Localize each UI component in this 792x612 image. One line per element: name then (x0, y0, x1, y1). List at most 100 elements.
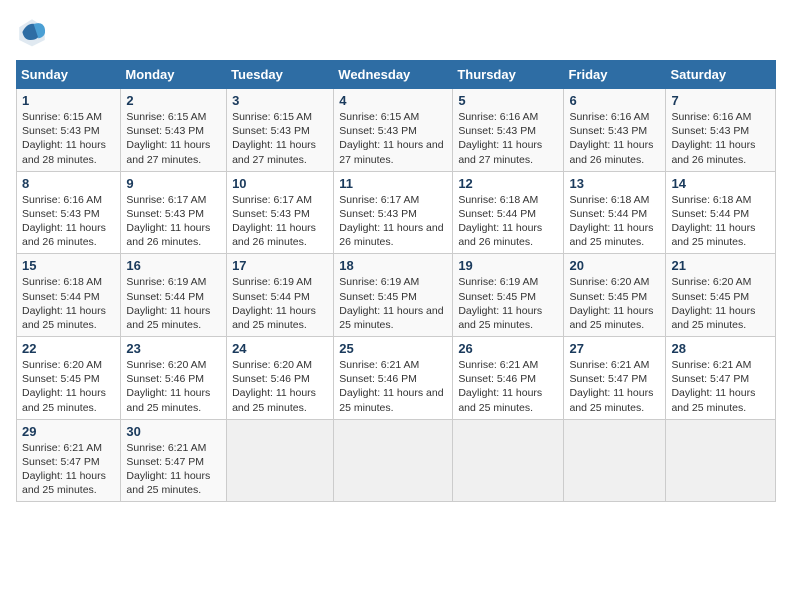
day-info: Sunrise: 6:21 AM Sunset: 5:47 PM Dayligh… (569, 358, 660, 415)
day-info: Sunrise: 6:15 AM Sunset: 5:43 PM Dayligh… (232, 110, 328, 167)
logo (16, 16, 54, 48)
day-number: 8 (22, 176, 115, 191)
day-info: Sunrise: 6:20 AM Sunset: 5:45 PM Dayligh… (569, 275, 660, 332)
day-info: Sunrise: 6:15 AM Sunset: 5:43 PM Dayligh… (339, 110, 447, 167)
day-info: Sunrise: 6:20 AM Sunset: 5:46 PM Dayligh… (232, 358, 328, 415)
calendar-header: SundayMondayTuesdayWednesdayThursdayFrid… (17, 61, 776, 89)
day-number: 17 (232, 258, 328, 273)
day-cell: 29 Sunrise: 6:21 AM Sunset: 5:47 PM Dayli… (17, 419, 121, 502)
header-friday: Friday (564, 61, 666, 89)
day-info: Sunrise: 6:15 AM Sunset: 5:43 PM Dayligh… (22, 110, 115, 167)
day-cell: 17 Sunrise: 6:19 AM Sunset: 5:44 PM Dayli… (227, 254, 334, 337)
day-number: 11 (339, 176, 447, 191)
day-info: Sunrise: 6:21 AM Sunset: 5:47 PM Dayligh… (671, 358, 770, 415)
day-number: 18 (339, 258, 447, 273)
day-number: 29 (22, 424, 115, 439)
page-header (16, 16, 776, 48)
day-number: 15 (22, 258, 115, 273)
day-cell: 6Sunrise: 6:16 AM Sunset: 5:43 PM Daylig… (564, 89, 666, 172)
day-info: Sunrise: 6:15 AM Sunset: 5:43 PM Dayligh… (126, 110, 221, 167)
day-cell: 19 Sunrise: 6:19 AM Sunset: 5:45 PM Dayli… (453, 254, 564, 337)
day-info: Sunrise: 6:21 AM Sunset: 5:46 PM Dayligh… (339, 358, 447, 415)
day-cell: 30 Sunrise: 6:21 AM Sunset: 5:47 PM Dayli… (121, 419, 227, 502)
calendar-table: SundayMondayTuesdayWednesdayThursdayFrid… (16, 60, 776, 502)
day-number: 25 (339, 341, 447, 356)
day-number: 1 (22, 93, 115, 108)
day-info: Sunrise: 6:17 AM Sunset: 5:43 PM Dayligh… (232, 193, 328, 250)
day-cell: 4 Sunrise: 6:15 AM Sunset: 5:43 PM Daylig… (334, 89, 453, 172)
day-cell: 25 Sunrise: 6:21 AM Sunset: 5:46 PM Dayli… (334, 337, 453, 420)
day-cell: 13Sunrise: 6:18 AM Sunset: 5:44 PM Dayli… (564, 171, 666, 254)
day-cell: 21Sunrise: 6:20 AM Sunset: 5:45 PM Dayli… (666, 254, 776, 337)
day-info: Sunrise: 6:20 AM Sunset: 5:46 PM Dayligh… (126, 358, 221, 415)
day-number: 13 (569, 176, 660, 191)
header-sunday: Sunday (17, 61, 121, 89)
day-info: Sunrise: 6:17 AM Sunset: 5:43 PM Dayligh… (339, 193, 447, 250)
day-info: Sunrise: 6:19 AM Sunset: 5:44 PM Dayligh… (126, 275, 221, 332)
day-cell (666, 419, 776, 502)
week-row-2: 8 Sunrise: 6:16 AM Sunset: 5:43 PM Daylig… (17, 171, 776, 254)
day-info: Sunrise: 6:21 AM Sunset: 5:47 PM Dayligh… (126, 441, 221, 498)
header-monday: Monday (121, 61, 227, 89)
day-cell: 28 Sunrise: 6:21 AM Sunset: 5:47 PM Dayli… (666, 337, 776, 420)
day-info: Sunrise: 6:16 AM Sunset: 5:43 PM Dayligh… (671, 110, 770, 167)
day-cell: 2Sunrise: 6:15 AM Sunset: 5:43 PM Daylig… (121, 89, 227, 172)
day-cell: 11 Sunrise: 6:17 AM Sunset: 5:43 PM Dayli… (334, 171, 453, 254)
day-cell: 20 Sunrise: 6:20 AM Sunset: 5:45 PM Dayli… (564, 254, 666, 337)
logo-icon (16, 16, 48, 48)
day-cell: 8 Sunrise: 6:16 AM Sunset: 5:43 PM Daylig… (17, 171, 121, 254)
day-info: Sunrise: 6:21 AM Sunset: 5:47 PM Dayligh… (22, 441, 115, 498)
day-number: 26 (458, 341, 558, 356)
day-info: Sunrise: 6:21 AM Sunset: 5:46 PM Dayligh… (458, 358, 558, 415)
day-info: Sunrise: 6:20 AM Sunset: 5:45 PM Dayligh… (22, 358, 115, 415)
day-cell: 7 Sunrise: 6:16 AM Sunset: 5:43 PM Daylig… (666, 89, 776, 172)
day-number: 7 (671, 93, 770, 108)
day-cell: 5 Sunrise: 6:16 AM Sunset: 5:43 PM Daylig… (453, 89, 564, 172)
day-number: 4 (339, 93, 447, 108)
day-number: 6 (569, 93, 660, 108)
day-cell (334, 419, 453, 502)
day-cell: 3Sunrise: 6:15 AM Sunset: 5:43 PM Daylig… (227, 89, 334, 172)
day-info: Sunrise: 6:18 AM Sunset: 5:44 PM Dayligh… (458, 193, 558, 250)
week-row-1: 1 Sunrise: 6:15 AM Sunset: 5:43 PM Daylig… (17, 89, 776, 172)
day-cell: 10 Sunrise: 6:17 AM Sunset: 5:43 PM Dayli… (227, 171, 334, 254)
week-row-3: 15 Sunrise: 6:18 AM Sunset: 5:44 PM Dayli… (17, 254, 776, 337)
day-number: 30 (126, 424, 221, 439)
header-wednesday: Wednesday (334, 61, 453, 89)
day-cell: 15 Sunrise: 6:18 AM Sunset: 5:44 PM Dayli… (17, 254, 121, 337)
day-number: 24 (232, 341, 328, 356)
day-number: 19 (458, 258, 558, 273)
week-row-5: 29 Sunrise: 6:21 AM Sunset: 5:47 PM Dayli… (17, 419, 776, 502)
day-cell: 24 Sunrise: 6:20 AM Sunset: 5:46 PM Dayli… (227, 337, 334, 420)
day-number: 20 (569, 258, 660, 273)
day-cell (564, 419, 666, 502)
day-cell: 22 Sunrise: 6:20 AM Sunset: 5:45 PM Dayli… (17, 337, 121, 420)
day-number: 22 (22, 341, 115, 356)
day-number: 9 (126, 176, 221, 191)
day-info: Sunrise: 6:19 AM Sunset: 5:44 PM Dayligh… (232, 275, 328, 332)
day-info: Sunrise: 6:19 AM Sunset: 5:45 PM Dayligh… (339, 275, 447, 332)
day-info: Sunrise: 6:16 AM Sunset: 5:43 PM Dayligh… (458, 110, 558, 167)
day-cell: 14 Sunrise: 6:18 AM Sunset: 5:44 PM Dayli… (666, 171, 776, 254)
day-number: 16 (126, 258, 221, 273)
day-info: Sunrise: 6:19 AM Sunset: 5:45 PM Dayligh… (458, 275, 558, 332)
day-cell: 18 Sunrise: 6:19 AM Sunset: 5:45 PM Dayli… (334, 254, 453, 337)
day-number: 28 (671, 341, 770, 356)
day-cell: 27 Sunrise: 6:21 AM Sunset: 5:47 PM Dayli… (564, 337, 666, 420)
day-info: Sunrise: 6:18 AM Sunset: 5:44 PM Dayligh… (671, 193, 770, 250)
day-number: 10 (232, 176, 328, 191)
day-cell: 9 Sunrise: 6:17 AM Sunset: 5:43 PM Daylig… (121, 171, 227, 254)
week-row-4: 22 Sunrise: 6:20 AM Sunset: 5:45 PM Dayli… (17, 337, 776, 420)
day-number: 5 (458, 93, 558, 108)
header-tuesday: Tuesday (227, 61, 334, 89)
day-cell: 23 Sunrise: 6:20 AM Sunset: 5:46 PM Dayli… (121, 337, 227, 420)
day-info: Sunrise: 6:16 AM Sunset: 5:43 PM Dayligh… (22, 193, 115, 250)
day-info: Sunrise: 6:18 AM Sunset: 5:44 PM Dayligh… (22, 275, 115, 332)
header-thursday: Thursday (453, 61, 564, 89)
day-number: 23 (126, 341, 221, 356)
day-cell (227, 419, 334, 502)
day-number: 14 (671, 176, 770, 191)
header-saturday: Saturday (666, 61, 776, 89)
day-info: Sunrise: 6:17 AM Sunset: 5:43 PM Dayligh… (126, 193, 221, 250)
day-number: 27 (569, 341, 660, 356)
